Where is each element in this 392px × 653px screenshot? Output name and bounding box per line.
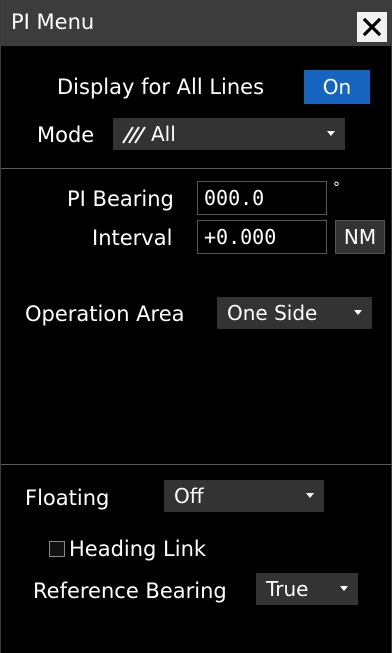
floating-label: Floating xyxy=(25,486,110,510)
reference-bearing-value: True xyxy=(266,577,309,601)
heading-link-label: Heading Link xyxy=(69,537,207,561)
chevron-down-icon xyxy=(327,131,335,136)
floating-dropdown[interactable]: Off xyxy=(164,480,324,512)
operation-area-value: One Side xyxy=(227,301,318,325)
pi-bearing-label: PI Bearing xyxy=(67,187,174,211)
pi-menu-panel: PI Menu Display for All Lines On Mode Al… xyxy=(0,0,392,653)
mode-label: Mode xyxy=(37,123,95,147)
interval-input[interactable]: +0.000 xyxy=(197,220,327,254)
interval-label: Interval xyxy=(92,226,173,250)
chevron-down-icon xyxy=(340,586,348,591)
mode-dropdown[interactable]: All xyxy=(113,118,345,150)
heading-link-checkbox[interactable] xyxy=(49,541,65,557)
close-button[interactable] xyxy=(357,12,387,42)
pi-bearing-input[interactable]: 000.0 xyxy=(197,181,327,215)
reference-bearing-dropdown[interactable]: True xyxy=(256,573,358,605)
reference-bearing-label: Reference Bearing xyxy=(33,579,227,603)
operation-area-dropdown[interactable]: One Side xyxy=(217,297,372,329)
interval-unit-button[interactable]: NM xyxy=(335,220,385,254)
section-divider-1 xyxy=(1,168,392,169)
hatch-icon xyxy=(122,126,146,144)
display-all-lines-label: Display for All Lines xyxy=(57,75,265,99)
floating-value: Off xyxy=(174,484,204,508)
display-all-lines-toggle-button[interactable]: On xyxy=(304,70,370,104)
mode-value: All xyxy=(151,122,176,146)
title-bar: PI Menu xyxy=(1,0,392,46)
chevron-down-icon xyxy=(354,310,362,315)
window-title: PI Menu xyxy=(11,10,95,34)
section-divider-2 xyxy=(1,464,392,465)
operation-area-label: Operation Area xyxy=(25,302,185,326)
chevron-down-icon xyxy=(306,493,314,498)
close-icon xyxy=(362,17,382,37)
degree-unit: ° xyxy=(333,180,340,196)
